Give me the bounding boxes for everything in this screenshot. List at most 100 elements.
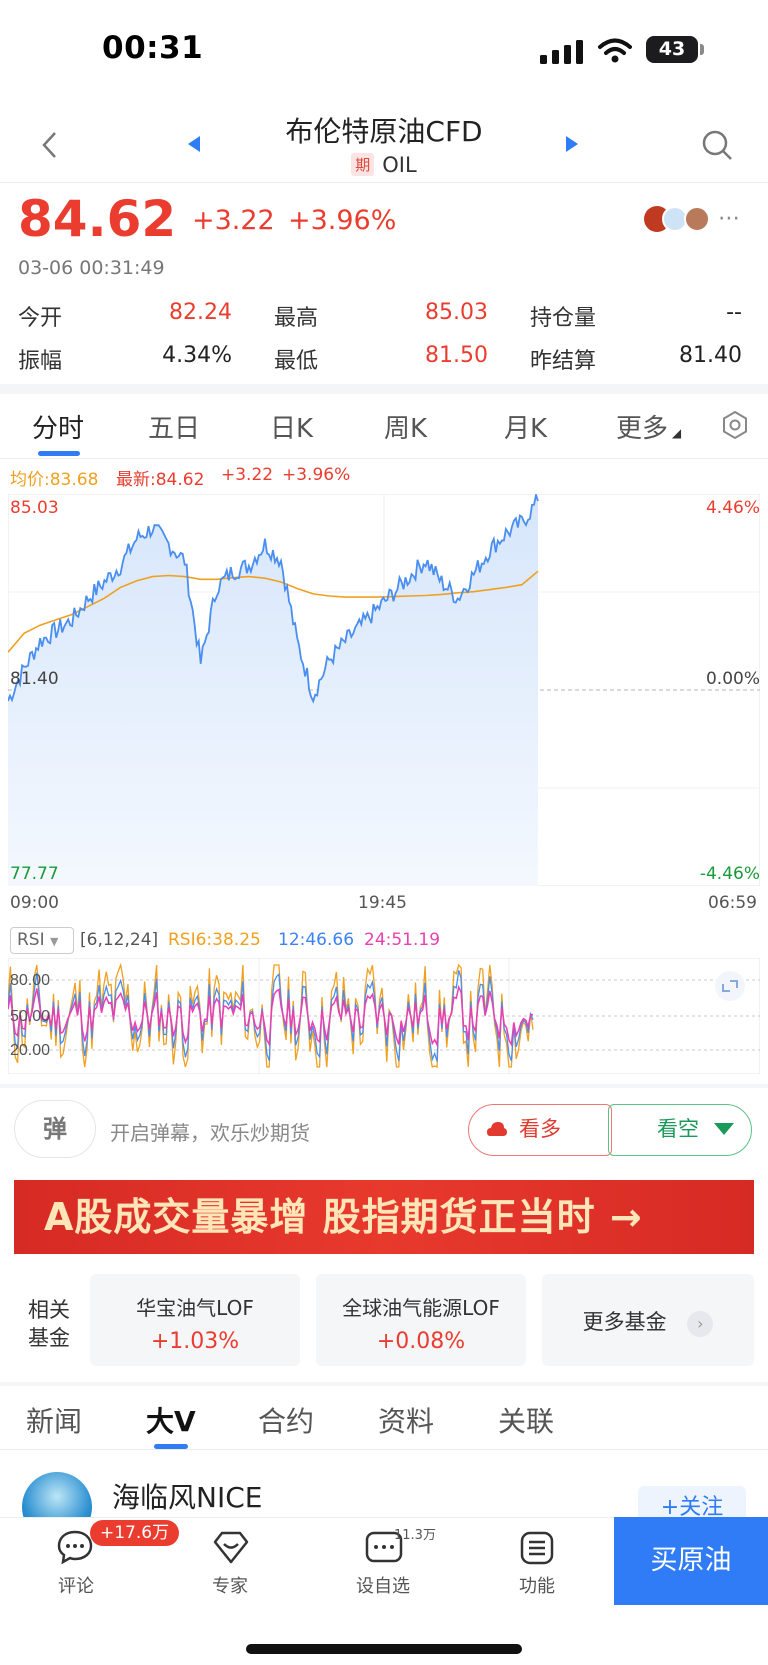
more-funds-button[interactable]: 更多基金 › bbox=[542, 1274, 754, 1366]
tab-influencers[interactable]: 大V bbox=[146, 1400, 196, 1440]
bullish-label: 看多 bbox=[519, 1117, 561, 1141]
search-icon[interactable] bbox=[700, 128, 734, 162]
more-funds-label: 更多基金 bbox=[582, 1310, 667, 1334]
indicator-select[interactable]: RSI ▼ bbox=[10, 927, 74, 954]
stat-label: 昨结算 bbox=[530, 349, 597, 374]
symbol-text: OIL bbox=[382, 153, 417, 177]
next-instrument-icon[interactable] bbox=[564, 134, 580, 154]
fund-change: +0.08% bbox=[376, 1329, 466, 1354]
chevron-right-icon: › bbox=[687, 1311, 714, 1337]
battery-icon: 43 bbox=[646, 36, 698, 63]
comment-icon[interactable] bbox=[56, 1528, 94, 1566]
cellular-signal-icon bbox=[540, 40, 583, 64]
fund-name: 华宝油气LOF bbox=[136, 1296, 254, 1320]
tab-five-day[interactable]: 五日 bbox=[148, 408, 200, 445]
battery-tip bbox=[700, 44, 704, 55]
author-name[interactable]: 海临风NICE bbox=[112, 1476, 262, 1516]
bullish-button[interactable]: 看多 bbox=[468, 1104, 612, 1156]
y-axis-bottom: 77.77 bbox=[10, 864, 59, 884]
instrument-symbol: 期 OIL bbox=[0, 153, 768, 177]
tab-more-label: 更多 bbox=[616, 414, 669, 444]
fund-name: 全球油气能源LOF bbox=[342, 1296, 500, 1320]
tab-news[interactable]: 新闻 bbox=[26, 1400, 82, 1440]
price-change: +3.22 bbox=[192, 205, 275, 236]
tab-divider bbox=[0, 458, 768, 459]
tab-info[interactable]: 资料 bbox=[378, 1400, 434, 1440]
tab-more[interactable]: 更多 ◢ bbox=[616, 408, 681, 445]
rsi6-value: RSI6:38.25 bbox=[168, 930, 261, 950]
pct-axis-top: 4.46% bbox=[705, 498, 760, 518]
stat-label: 最低 bbox=[274, 349, 319, 374]
funds-section-label: 相关 基金 bbox=[28, 1296, 70, 1352]
danmu-toggle-button[interactable]: 弹 bbox=[14, 1100, 96, 1158]
rsi12-value: 12:46.66 bbox=[278, 930, 355, 950]
news-tab-divider bbox=[0, 1449, 768, 1450]
tab-contract[interactable]: 合约 bbox=[258, 1400, 314, 1440]
tab-weekly-k[interactable]: 周K bbox=[384, 408, 427, 445]
more-funds-row: 更多基金 › bbox=[542, 1306, 754, 1337]
stat-label: 最高 bbox=[274, 306, 319, 331]
rsi-grid-label: 50.00 bbox=[10, 1008, 50, 1025]
stat-label: 今开 bbox=[18, 306, 63, 331]
stat-value: 81.50 bbox=[425, 343, 488, 368]
quote-timestamp: 03-06 00:31:49 bbox=[18, 257, 165, 279]
tab-related[interactable]: 关联 bbox=[498, 1400, 554, 1440]
bearish-label: 看空 bbox=[657, 1117, 699, 1141]
rsi-params: [6,12,24] bbox=[80, 930, 159, 950]
expert-icon[interactable] bbox=[212, 1530, 250, 1566]
promo-banner[interactable]: A股成交量暴增 股指期货正当时 → bbox=[14, 1180, 754, 1254]
section-divider bbox=[0, 1382, 768, 1386]
last-price: 84.62 bbox=[18, 190, 177, 248]
comment-count-badge: +17.6万 bbox=[90, 1520, 180, 1546]
status-time: 00:31 bbox=[102, 30, 204, 66]
header-divider bbox=[0, 182, 768, 183]
bearish-button[interactable]: 看空 bbox=[608, 1104, 752, 1156]
wifi-icon bbox=[598, 38, 632, 63]
price-change-pct: +3.96% bbox=[288, 205, 397, 236]
fund-card[interactable]: 全球油气能源LOF +0.08% bbox=[316, 1274, 526, 1366]
indicator-name: RSI bbox=[17, 930, 45, 950]
legend-change-pct: +3.96% bbox=[282, 465, 351, 485]
expert-label[interactable]: 专家 bbox=[180, 1572, 280, 1598]
function-menu-icon[interactable] bbox=[519, 1530, 555, 1566]
stat-value: 4.34% bbox=[162, 343, 232, 368]
more-icon[interactable]: ⋯ bbox=[718, 206, 740, 231]
buy-oil-button[interactable]: 买原油 bbox=[614, 1517, 768, 1605]
fund-card[interactable]: 华宝油气LOF +1.03% bbox=[90, 1274, 300, 1366]
pct-axis-mid: 0.00% bbox=[705, 669, 760, 689]
x-axis-start: 09:00 bbox=[10, 893, 59, 913]
add-watch-label[interactable]: 设自选 bbox=[333, 1572, 433, 1598]
section-divider bbox=[0, 1084, 768, 1088]
stat-label: 振幅 bbox=[18, 349, 63, 374]
x-axis-end: 06:59 bbox=[708, 893, 757, 913]
rsi-grid-label: 20.00 bbox=[10, 1042, 50, 1059]
stat-label: 持仓量 bbox=[530, 306, 597, 331]
legend-change: +3.22 bbox=[221, 465, 274, 485]
rsi24-value: 24:51.19 bbox=[364, 930, 441, 950]
tab-intraday[interactable]: 分时 bbox=[32, 408, 84, 445]
expand-icon[interactable] bbox=[715, 971, 745, 1001]
latest-price-legend: 最新:84.62 bbox=[116, 470, 205, 490]
tab-monthly-k[interactable]: 月K bbox=[504, 408, 547, 445]
watch-count: 11.3万 bbox=[394, 1528, 436, 1543]
funds-label: 相关 基金 bbox=[28, 1298, 70, 1350]
fund-change: +1.03% bbox=[150, 1329, 240, 1354]
function-label[interactable]: 功能 bbox=[487, 1572, 587, 1598]
stat-value: 85.03 bbox=[425, 300, 488, 325]
comment-label[interactable]: 评论 bbox=[26, 1572, 126, 1598]
rsi-grid-label: 80.00 bbox=[10, 972, 50, 989]
stat-value: -- bbox=[726, 300, 742, 325]
home-indicator bbox=[246, 1644, 522, 1654]
chart-settings-icon[interactable] bbox=[720, 410, 750, 440]
tab-underline bbox=[38, 451, 80, 456]
rsi-chart[interactable]: 80.00 50.00 20.00 bbox=[8, 958, 760, 1074]
intraday-chart[interactable] bbox=[8, 494, 760, 886]
cloud-up-icon bbox=[487, 1122, 507, 1136]
tab-daily-k[interactable]: 日K bbox=[270, 408, 313, 445]
pct-axis-bottom: -4.46% bbox=[699, 864, 760, 884]
y-axis-mid: 81.40 bbox=[10, 669, 59, 689]
avg-price-legend: 均价:83.68 bbox=[10, 470, 99, 490]
page-title: 布伦特原油CFD bbox=[285, 115, 483, 148]
avatar[interactable] bbox=[684, 206, 710, 232]
stat-value: 82.24 bbox=[169, 300, 232, 325]
